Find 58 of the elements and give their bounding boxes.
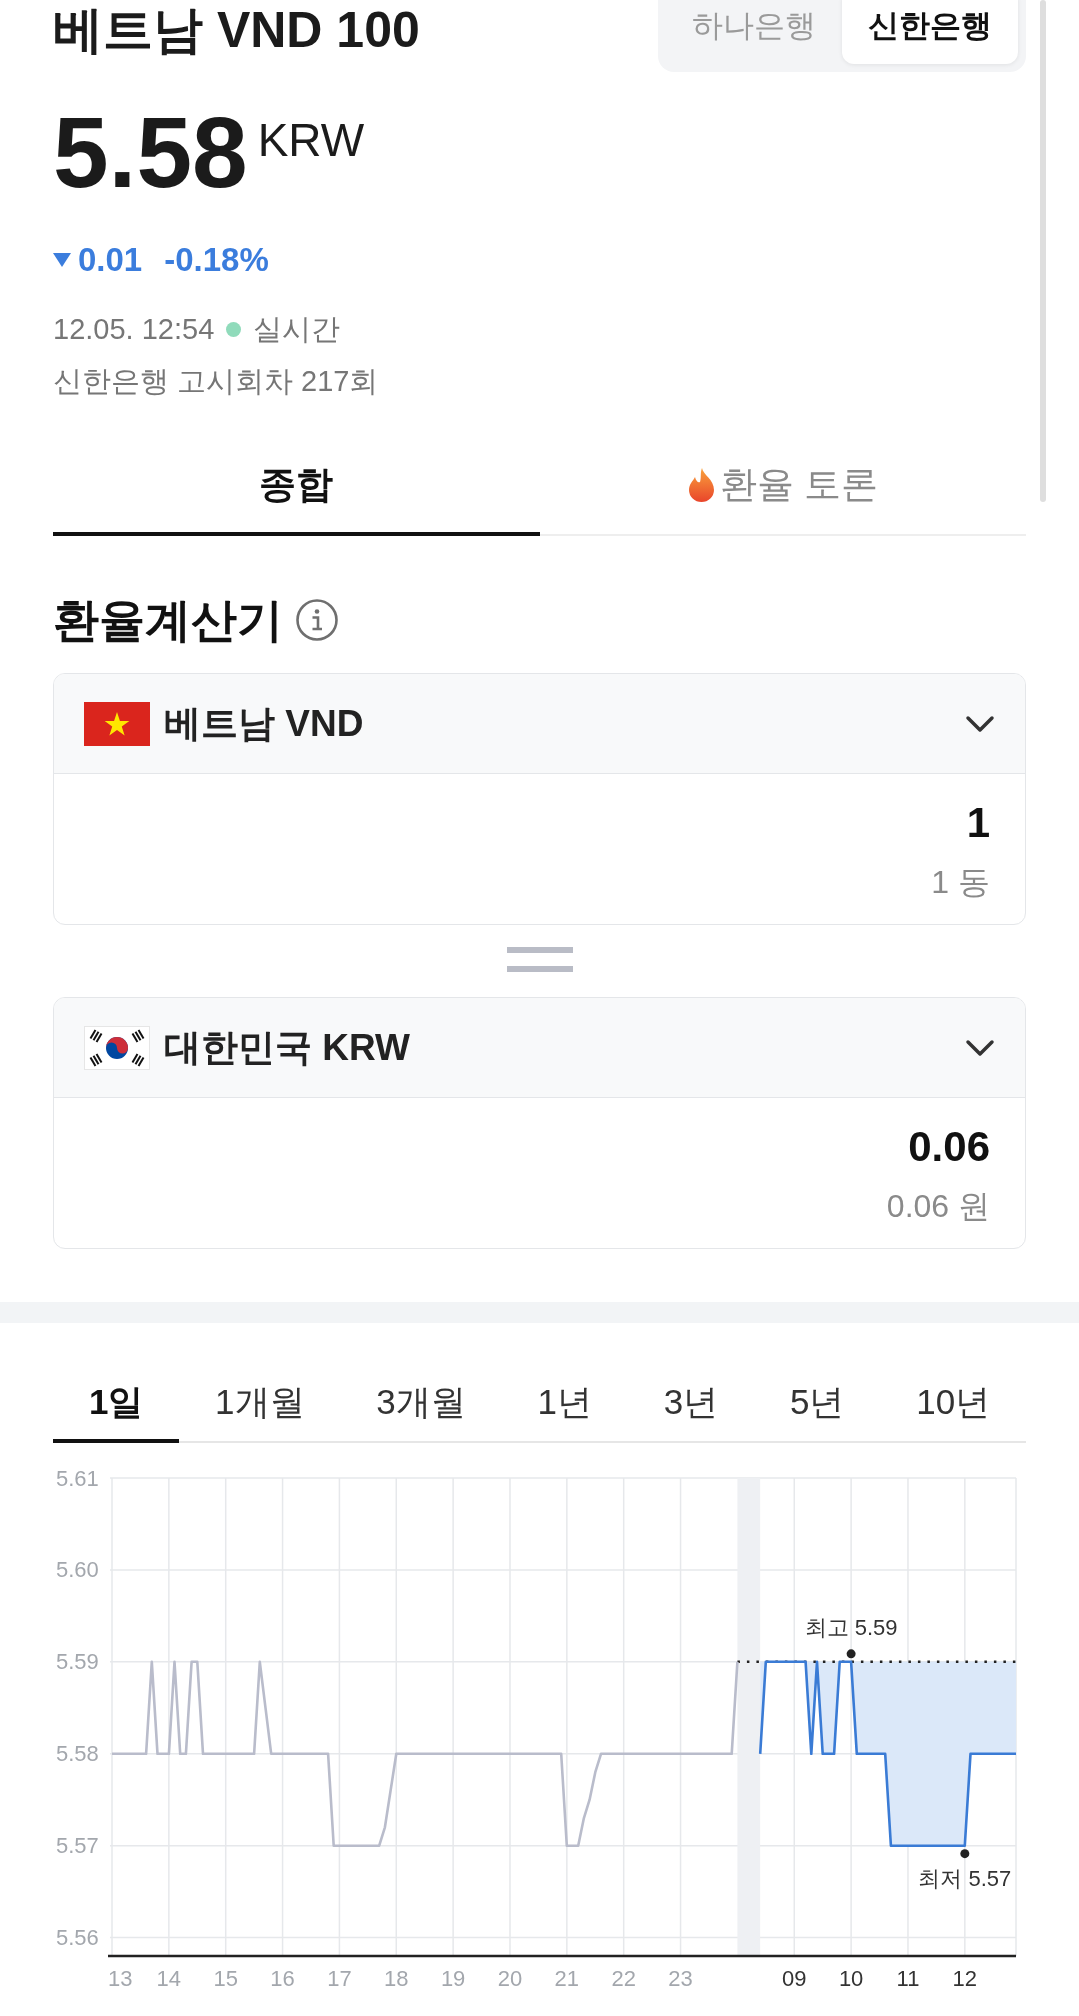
y-axis-label: 5.56 bbox=[56, 1925, 99, 1951]
chevron-down-icon bbox=[965, 713, 995, 734]
live-label: 실시간 bbox=[253, 312, 341, 347]
change-percent: -0.18% bbox=[164, 240, 269, 280]
status-dot-icon bbox=[226, 321, 242, 337]
x-axis-label: 18 bbox=[384, 1965, 409, 1991]
x-axis-label: 12 bbox=[952, 1965, 978, 1991]
amount-input[interactable]: 1 bbox=[89, 798, 990, 848]
price-value: 5.58 bbox=[53, 102, 248, 202]
marker-dot-icon bbox=[846, 1649, 856, 1659]
y-axis-label: 5.59 bbox=[56, 1649, 99, 1675]
update-time: 12.05. 12:54 bbox=[53, 312, 215, 347]
x-axis-label: 10 bbox=[838, 1965, 864, 1991]
x-axis-label: 23 bbox=[668, 1965, 693, 1991]
tab[interactable]: 종합 bbox=[53, 441, 540, 536]
y-axis-label: 5.61 bbox=[56, 1465, 99, 1491]
x-axis-label: 14 bbox=[156, 1965, 182, 1991]
period-tab[interactable]: 10년 bbox=[880, 1358, 1026, 1443]
x-axis-label: 22 bbox=[611, 1965, 636, 1991]
vietnam-flag-icon bbox=[84, 701, 150, 746]
period-tab[interactable]: 5년 bbox=[754, 1358, 881, 1443]
scrollbar-thumb[interactable] bbox=[1040, 0, 1046, 502]
currency-select[interactable]: 대한민국 KRW bbox=[54, 998, 1025, 1098]
flame-icon bbox=[687, 468, 717, 502]
period-tab[interactable]: 3년 bbox=[627, 1358, 755, 1443]
x-axis-label: 11 bbox=[896, 1965, 920, 1991]
y-axis-label: 5.57 bbox=[56, 1833, 99, 1859]
period-tab[interactable]: 1개월 bbox=[179, 1358, 341, 1443]
currency-code: KRW bbox=[257, 117, 365, 163]
korea-flag-icon bbox=[84, 1025, 150, 1070]
amount-caption: 1 동 bbox=[930, 863, 990, 902]
bank-tab[interactable]: 신한은행 bbox=[842, 0, 1018, 64]
page-title: 베트남 VND 100 bbox=[53, 1, 420, 60]
period-tab[interactable]: 1일 bbox=[53, 1358, 180, 1443]
x-axis-label: 21 bbox=[554, 1965, 580, 1991]
annotation-label: 최고 5.59 bbox=[804, 1615, 898, 1641]
amount-caption: 0.06 원 bbox=[885, 1187, 990, 1226]
x-axis-label: 15 bbox=[213, 1965, 238, 1991]
currency-select[interactable]: 베트남 VND bbox=[54, 674, 1025, 774]
section-title: 환율계산기 bbox=[53, 593, 283, 648]
equals-icon bbox=[506, 947, 573, 972]
info-icon[interactable] bbox=[296, 599, 338, 641]
period-tab[interactable]: 1년 bbox=[501, 1358, 628, 1443]
amount-input[interactable]: 0.06 bbox=[89, 1122, 990, 1172]
annotation-label: 최저 5.57 bbox=[918, 1866, 1012, 1892]
notice-text: 신한은행 고시회차 217회 bbox=[53, 364, 380, 399]
chevron-down-icon bbox=[965, 1037, 995, 1058]
y-axis-label: 5.60 bbox=[56, 1557, 99, 1583]
x-axis-label: 20 bbox=[497, 1965, 523, 1991]
change-amount: 0.01 bbox=[78, 240, 143, 280]
x-axis-label: 19 bbox=[440, 1965, 466, 1991]
x-axis-label: 13 bbox=[108, 1965, 133, 1991]
marker-dot-icon bbox=[960, 1849, 970, 1859]
x-axis-label: 17 bbox=[327, 1965, 352, 1991]
x-axis-label: 16 bbox=[270, 1965, 295, 1991]
y-axis-label: 5.58 bbox=[56, 1741, 99, 1767]
x-axis-label: 09 bbox=[782, 1965, 807, 1991]
period-tab[interactable]: 3개월 bbox=[340, 1358, 502, 1443]
